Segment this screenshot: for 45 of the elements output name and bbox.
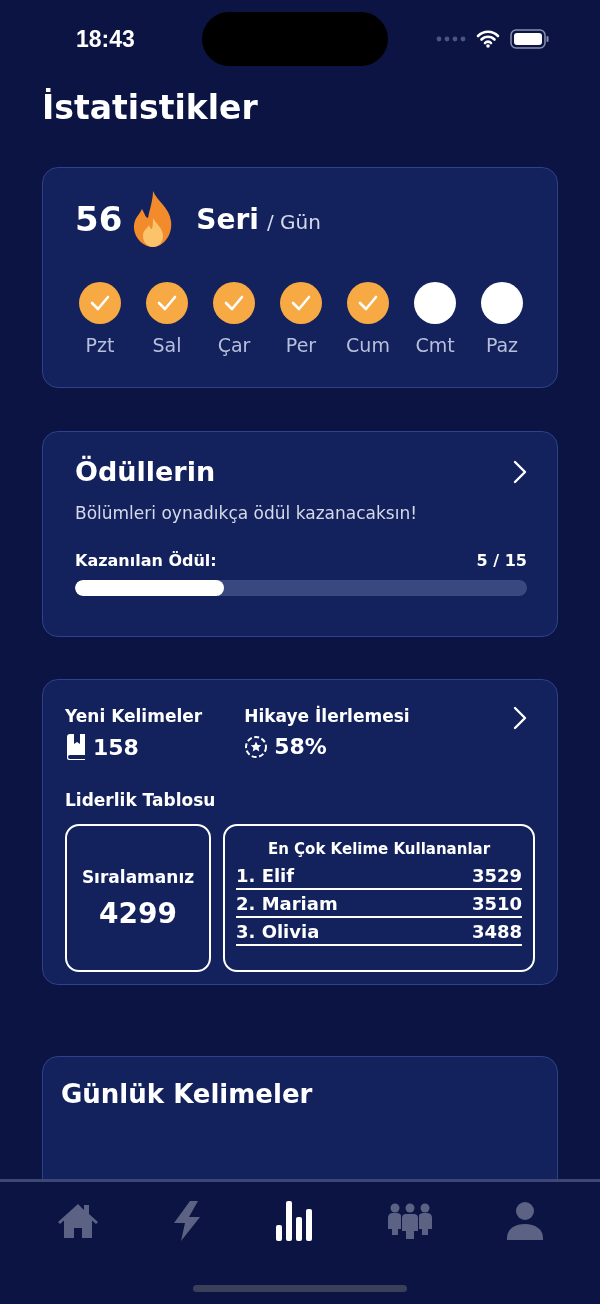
user-name: 1. Elif [236, 865, 295, 886]
user-name: 2. Mariam [236, 893, 338, 914]
status-time: 18:43 [76, 25, 135, 53]
page-title: İstatistikler [42, 88, 259, 127]
wifi-icon [476, 30, 500, 48]
day-label: Pzt [85, 334, 115, 356]
chevron-right-icon[interactable] [513, 459, 527, 484]
group-icon[interactable] [385, 1203, 434, 1239]
streak-unit: / Gün [266, 210, 321, 234]
chevron-right-icon[interactable] [513, 706, 527, 730]
rewards-card[interactable]: Ödüllerin Bölümleri oynadıkça ödül kazanacaksın! Kazanılan Ödül: 5 / 15 [42, 431, 558, 637]
daily-words-title: Günlük Kelimeler [61, 1079, 313, 1109]
signal-icon [436, 36, 466, 42]
bar-chart-icon[interactable] [276, 1201, 312, 1241]
day-label: Cum [346, 334, 390, 356]
day-label: Per [285, 334, 317, 356]
rank-value: 4299 [99, 896, 177, 930]
lightning-icon[interactable] [172, 1201, 203, 1241]
day-label: Sal [152, 334, 182, 356]
day-label: Paz [485, 334, 519, 356]
user-name: 3. Olivia [236, 921, 320, 942]
day-label: Cmt [415, 334, 455, 356]
user-score: 3510 [471, 893, 522, 914]
new-words-count: 158 [93, 734, 139, 760]
battery-icon [510, 29, 550, 49]
star-badge-icon [244, 734, 269, 759]
day-label: Çar [217, 334, 251, 356]
home-icon[interactable] [56, 1202, 99, 1240]
rewards-title: Ödüllerin [75, 456, 216, 487]
streak-count: 56 [75, 199, 123, 239]
streak-label: Seri [196, 202, 259, 236]
new-words-label: Yeni Kelimeler [65, 706, 203, 726]
story-progress-value: 58% [274, 734, 327, 759]
rank-label: Sıralamanız [81, 866, 195, 887]
stats-card[interactable]: Yeni Kelimeler 158 Hikaye İlerlemesi 58% Liderlik Tablosu Sıralamanız 4299 En Çok Kelime Kullananlar 1. Elif 3529 2. Mariam 3510 3. Olivia 3488 [42, 679, 558, 985]
rewards-subtitle: Bölümleri oynadıkça ödül kazanacaksın! [75, 503, 418, 523]
story-progress-label: Hikaye İlerlemesi [244, 706, 410, 726]
person-icon[interactable] [507, 1202, 544, 1240]
leaderboard-title: Liderlik Tablosu [65, 790, 217, 810]
progress-value: 5 / 15 [476, 551, 527, 570]
progress-label: Kazanılan Ödül: [75, 551, 217, 570]
book-icon [65, 734, 87, 760]
user-score: 3488 [471, 921, 522, 942]
user-score: 3529 [471, 865, 522, 886]
top-users-title: En Çok Kelime Kullananlar [266, 840, 492, 858]
